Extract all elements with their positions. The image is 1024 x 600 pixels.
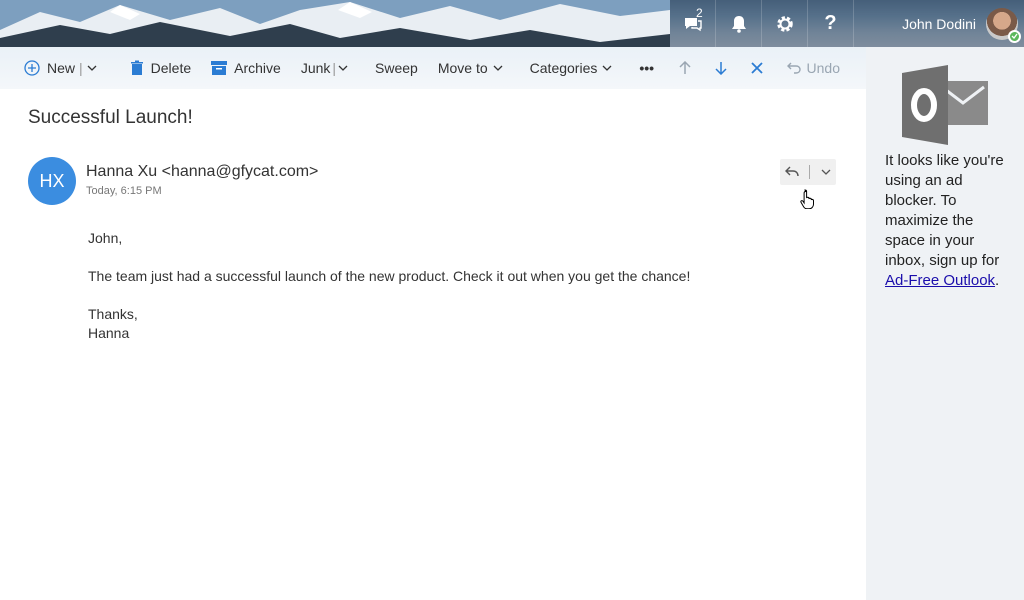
hand-cursor-icon — [800, 189, 814, 209]
archive-icon — [211, 61, 228, 75]
new-button[interactable]: New | — [0, 47, 114, 89]
message-date: Today, 6:15 PM — [86, 185, 162, 197]
undo-label: Undo — [806, 60, 840, 76]
move-to-button[interactable]: Move to — [428, 47, 520, 89]
chevron-down-icon[interactable] — [821, 169, 831, 175]
reading-pane: Successful Launch! HX Hanna Xu <hanna@gf… — [0, 89, 866, 600]
archive-label: Archive — [234, 60, 281, 76]
chevron-down-icon[interactable] — [87, 65, 97, 71]
new-label: New — [47, 60, 76, 76]
delete-button[interactable]: Delete — [120, 47, 201, 89]
ad-period: . — [995, 272, 1000, 289]
undo-button[interactable]: Undo — [775, 60, 846, 76]
more-icon: ••• — [639, 60, 655, 76]
chat-button[interactable]: 2 — [670, 0, 716, 47]
body-paragraph: The team just had a successful launch of… — [88, 268, 691, 284]
ad-text: It looks like you're using an ad blocker… — [885, 152, 1004, 269]
close-icon — [750, 62, 763, 74]
outlook-logo-icon — [902, 65, 988, 145]
user-name: John Dodini — [902, 15, 976, 32]
gear-icon — [776, 15, 793, 32]
categories-button[interactable]: Categories — [520, 47, 630, 89]
settings-button[interactable] — [762, 0, 808, 47]
body-closing: Thanks, — [88, 306, 138, 322]
chevron-down-icon — [493, 65, 503, 71]
divider: | — [332, 60, 337, 76]
sender-avatar[interactable]: HX — [28, 157, 76, 205]
ad-free-outlook-link[interactable]: Ad-Free Outlook — [885, 272, 995, 289]
trash-icon — [130, 60, 143, 75]
user-menu[interactable]: John Dodini — [854, 0, 1024, 47]
chat-badge: 2 — [696, 6, 703, 20]
previous-message-button[interactable] — [667, 47, 703, 89]
more-actions-button[interactable]: ••• — [629, 47, 664, 89]
navigation-actions: Undo — [667, 47, 866, 89]
delete-label: Delete — [150, 60, 192, 76]
move-to-label: Move to — [437, 60, 488, 76]
user-avatar[interactable] — [986, 7, 1021, 43]
sender-name[interactable]: Hanna Xu <hanna@gfycat.com> — [86, 163, 318, 181]
chevron-down-icon — [602, 65, 612, 71]
next-message-button[interactable] — [703, 47, 739, 89]
close-message-button[interactable] — [739, 47, 775, 89]
divider: | — [79, 60, 83, 76]
bell-icon — [731, 15, 746, 33]
command-toolbar: New | Delete Archive Junk | Sweep Move t… — [0, 47, 866, 89]
presence-available-icon — [1008, 29, 1021, 43]
undo-icon — [786, 62, 801, 74]
ad-blocker-message: It looks like you're using an ad blocker… — [885, 151, 1015, 291]
reply-icon[interactable] — [785, 166, 799, 178]
message-body: John, The team just had a successful lau… — [88, 229, 690, 343]
arrow-up-icon — [679, 61, 691, 74]
sweep-button[interactable]: Sweep — [365, 47, 428, 89]
ad-pane: It looks like you're using an ad blocker… — [866, 47, 1024, 600]
chevron-down-icon[interactable] — [338, 65, 348, 71]
divider — [809, 165, 811, 179]
plus-circle-icon — [24, 60, 40, 76]
header-banner-image — [0, 0, 670, 47]
body-signature: Hanna — [88, 325, 130, 341]
archive-button[interactable]: Archive — [201, 47, 291, 89]
message-subject: Successful Launch! — [28, 107, 193, 128]
junk-button[interactable]: Junk | — [291, 47, 365, 89]
reply-controls — [780, 159, 836, 185]
arrow-down-icon — [715, 62, 727, 75]
help-icon: ? — [824, 12, 837, 34]
categories-label: Categories — [529, 60, 598, 76]
top-header: 2 ? John Dodini — [0, 0, 1024, 47]
sweep-label: Sweep — [375, 60, 418, 76]
junk-label: Junk — [300, 60, 331, 76]
help-button[interactable]: ? — [808, 0, 854, 47]
notifications-button[interactable] — [716, 0, 762, 47]
header-actions: 2 ? John Dodini — [670, 0, 1024, 47]
body-greeting: John, — [88, 230, 123, 246]
